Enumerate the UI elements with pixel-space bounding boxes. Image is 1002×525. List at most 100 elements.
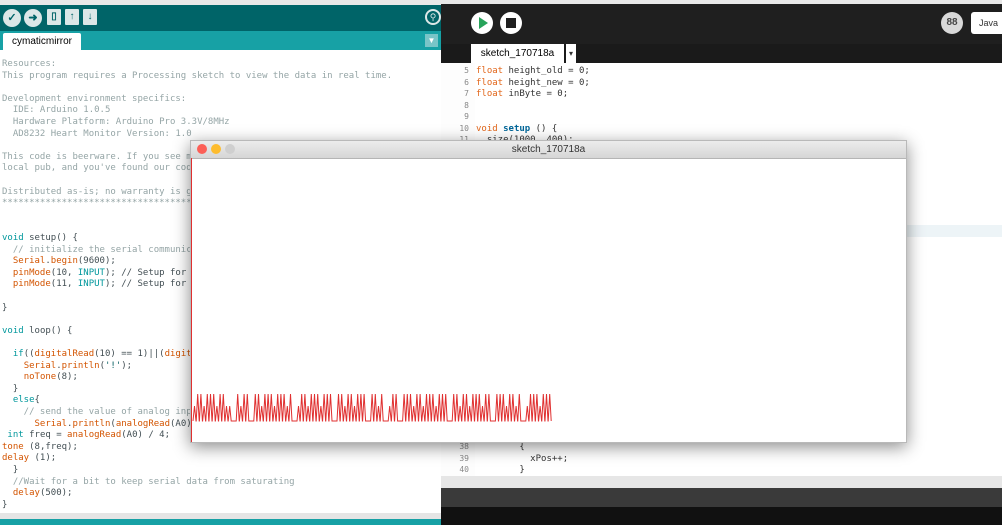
code-line: xPos++; [476,453,568,465]
serial-monitor-button[interactable]: ⚲ [425,9,441,25]
sketch-window-title: sketch_170718a [511,144,586,155]
code-token: setup() { [23,233,78,243]
tab-sketch[interactable]: sketch_170718a [471,44,564,63]
code-token: // send the value of analog input [2,407,203,417]
upload-button[interactable]: ➜ [24,9,42,27]
code-token: else [12,395,35,406]
code-token: This code is beerware. If you see me ( [2,151,208,162]
code-token: Development environment specifics: [2,93,187,104]
code-token: inByte = 0; [503,89,569,99]
code-line: Serial.println(analogRead(A0)); [2,418,203,430]
code-token: Serial [34,418,68,429]
code-line: This program requires a Processing sketc… [2,70,392,82]
code-line: tone (8,freq); [2,441,78,453]
code-line: pinMode(10, INPUT); // Setup for le [2,267,203,279]
save-sketch-button[interactable]: ↓ [83,9,97,25]
code-line: Development environment specifics: [2,93,186,105]
code-token: float [476,89,504,99]
checkmark-icon: ✓ [7,12,17,24]
code-token: { [34,395,40,406]
code-token: freq = [23,430,68,441]
sketch-canvas [191,158,906,442]
code-token: } [2,499,8,510]
code-token: AD8232 Heart Monitor Version: 1.0 [2,128,192,139]
code-line: else{ [2,394,40,406]
code-line: } [2,499,7,511]
code-line: noTone(8); [2,371,78,383]
stop-button[interactable] [500,12,522,34]
line-number: 7 [464,89,469,98]
code-token: delay [12,488,40,499]
mode-selector[interactable]: Java [971,12,1002,34]
line-number: 9 [464,112,469,121]
code-token: pinMode [12,279,51,290]
code-token: void [476,123,498,134]
tab-menu-button[interactable]: ▼ [425,34,438,47]
code-line: } [2,464,18,476]
code-line: IDE: Arduino 1.0.5 [2,104,111,116]
code-token: // initialize the serial communicati [2,244,208,255]
code-token: Hardware Platform: Arduino Pro 3.3V/8MHz [2,117,230,127]
sketch-output-window: sketch_170718a [190,140,907,443]
code-line: // send the value of analog input [2,406,203,418]
code-token: (10) == 1)||( [94,349,165,359]
code-token: (1); [29,453,57,464]
waveform-line [192,393,552,422]
code-token: (8); [56,372,78,383]
code-token: () { [530,123,558,134]
code-token: pinMode [12,267,51,278]
code-token: println [72,418,111,429]
code-token: setup [503,123,531,134]
code-token: loop() { [23,325,73,336]
code-token: } [2,383,19,394]
arrow-right-icon: ➜ [28,12,38,24]
arduino-tab-bar: cymaticmirror ▼ [0,31,441,50]
code-token: { [476,442,525,452]
code-line: } [476,464,525,476]
code-line: void setup () { [476,123,557,135]
code-token: local pub, and you've found our code ( [2,163,208,174]
debugger-button[interactable]: 88 [941,12,963,34]
code-line: Hardware Platform: Arduino Pro 3.3V/8MHz [2,116,230,128]
code-line: AD8232 Heart Monitor Version: 1.0 [2,128,192,140]
arduino-toolbar: ✓ ➜ ▯ ↑ ↓ ⚲ [0,5,441,31]
code-line: local pub, and you've found our code ( [2,162,208,174]
new-sketch-button[interactable]: ▯ [47,9,61,25]
code-token: } [476,465,525,475]
chevron-down-icon: ▼ [427,36,436,45]
processing-console-header [441,488,1002,507]
code-token: This program requires a Processing sketc… [2,70,393,81]
open-sketch-button[interactable]: ↑ [65,9,79,25]
code-token: (A0) / 4; [121,430,171,441]
code-token: Serial [23,360,57,371]
code-line: This code is beerware. If you see me ( [2,151,208,163]
code-line: float height_new = 0; [476,77,590,89]
verify-button[interactable]: ✓ [3,9,21,27]
tab-menu-button[interactable]: ▾ [566,44,576,63]
code-token: } [2,302,8,313]
arrow-up-icon: ↑ [69,11,75,22]
code-token: Serial [12,256,46,267]
sketch-title-bar[interactable]: sketch_170718a [191,141,906,159]
code-token: analogRead [115,418,170,429]
code-token: digitalRead [34,349,95,359]
line-number: 5 [464,66,469,75]
code-token: tone [2,441,24,452]
line-number: 10 [459,123,469,133]
code-line: pinMode(11, INPUT); // Setup for le [2,278,203,290]
arduino-footer-bar [0,519,441,525]
code-token: (10, [50,267,78,278]
tab-cymaticmirror[interactable]: cymaticmirror [3,33,81,50]
processing-toolbar: 88 Java [441,4,1002,44]
code-token: begin [50,256,78,267]
run-button[interactable] [471,12,493,34]
arrow-down-icon: ↓ [87,11,93,22]
processing-tab-bar: sketch_170718a ▾ [441,44,1002,63]
code-line: Serial.println('!'); [2,360,132,372]
code-token: if [12,349,24,359]
code-line: //Wait for a bit to keep serial data fro… [2,476,295,488]
